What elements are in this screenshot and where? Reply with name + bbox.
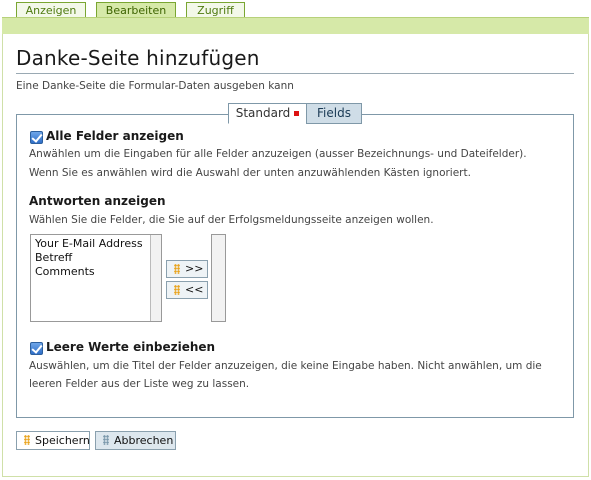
- tab-content-bar: [2, 17, 589, 34]
- modified-indicator-icon: [294, 111, 300, 116]
- cancel-button-label: Abbrechen: [114, 434, 174, 447]
- list-item[interactable]: Your E-Mail Address: [35, 237, 143, 251]
- tab-standard-label: Standard: [235, 106, 291, 120]
- page-title: Danke-Seite hinzufügen: [16, 46, 260, 70]
- list-item[interactable]: Betreff: [35, 251, 143, 265]
- available-fields-listbox[interactable]: Your E-Mail Address Betreff Comments: [30, 234, 162, 322]
- show-answers-heading: Antworten anzeigen: [29, 194, 166, 208]
- selected-fields-listbox[interactable]: [211, 234, 226, 322]
- grip-dots-icon: [174, 264, 180, 274]
- include-empty-label: Leere Werte einbeziehen: [46, 340, 216, 354]
- available-fields-scrollbar[interactable]: [150, 235, 161, 321]
- grip-dots-icon: [24, 435, 30, 445]
- title-divider: [16, 73, 574, 74]
- grip-dots-icon: [174, 285, 180, 295]
- tab-fields[interactable]: Fields: [306, 103, 362, 124]
- remove-field-label: <<: [185, 283, 204, 296]
- page-description: Eine Danke-Seite die Formular-Daten ausg…: [16, 80, 294, 92]
- tab-zugriff[interactable]: Zugriff: [186, 2, 245, 17]
- available-fields-list: Your E-Mail Address Betreff Comments: [35, 237, 143, 279]
- save-button[interactable]: Speichern: [16, 431, 90, 450]
- save-button-label: Speichern: [35, 434, 90, 447]
- tab-anzeigen[interactable]: Anzeigen: [16, 2, 86, 17]
- add-field-button[interactable]: >>: [166, 260, 208, 278]
- remove-field-button[interactable]: <<: [166, 281, 208, 299]
- grip-dots-icon: [103, 435, 109, 445]
- include-empty-desc-1: Auswählen, um die Titel der Felder anzuz…: [29, 360, 542, 372]
- show-all-fields-desc-2: Wenn Sie es anwählen wird die Auswahl de…: [29, 167, 471, 179]
- show-answers-desc: Wählen Sie die Felder, die Sie auf der E…: [29, 214, 434, 226]
- show-all-fields-checkbox[interactable]: [30, 131, 43, 144]
- include-empty-checkbox[interactable]: [30, 342, 43, 355]
- cancel-button[interactable]: Abbrechen: [95, 431, 176, 450]
- show-all-fields-desc-1: Anwählen um die Eingaben für alle Felder…: [29, 148, 527, 160]
- add-field-label: >>: [185, 262, 204, 275]
- tab-standard[interactable]: Standard: [228, 103, 307, 124]
- show-all-fields-label: Alle Felder anzeigen: [46, 129, 184, 143]
- include-empty-desc-2: leeren Felder aus der Liste weg zu lasse…: [29, 378, 250, 390]
- list-item[interactable]: Comments: [35, 265, 143, 279]
